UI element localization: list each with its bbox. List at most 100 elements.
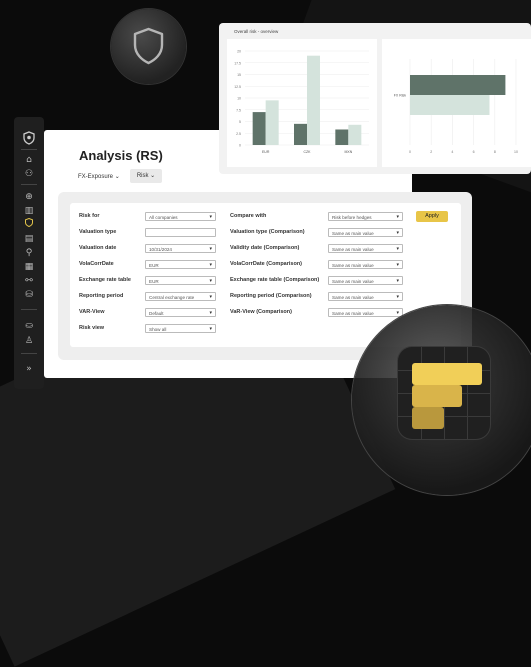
y-tick-label: 7.5 — [236, 108, 241, 112]
caret-down-icon: ▾ — [396, 246, 399, 252]
form-label: Exchange rate table — [79, 277, 131, 283]
select-value: Same as main value — [332, 247, 374, 252]
bar-chart-icon[interactable]: ▥ — [22, 204, 36, 218]
y-tick-label: 17.5 — [234, 61, 241, 65]
caret-down-icon: ▾ — [209, 214, 212, 220]
home-icon[interactable]: ⌂ — [22, 153, 36, 167]
form-select[interactable]: Default ▾ — [145, 308, 216, 317]
caret-down-icon: ▾ — [209, 310, 212, 316]
logo-icon[interactable] — [22, 131, 36, 145]
form-label: Reporting period — [79, 293, 124, 299]
caret-down-icon: ▾ — [209, 246, 212, 252]
caret-down-icon: ▾ — [396, 310, 399, 316]
expand-icon[interactable]: » — [22, 362, 36, 376]
x-tick-label: 2 — [430, 150, 432, 154]
search-icon[interactable]: ⚲ — [22, 246, 36, 260]
form-select[interactable]: Risk before hedges ▾ — [328, 212, 403, 221]
y-tick-label: 2.5 — [236, 132, 241, 136]
form-label: Valuation type — [79, 229, 117, 235]
form-select[interactable]: Same as main value ▾ — [328, 276, 403, 285]
form-select[interactable]: 10/31/2024 ▾ — [145, 244, 216, 253]
form-select[interactable]: EUR ▾ — [145, 276, 216, 285]
form-select[interactable]: EUR ▾ — [145, 260, 216, 269]
users-icon[interactable]: ⚇ — [22, 167, 36, 181]
form-select[interactable]: All companies ▾ — [145, 212, 216, 221]
form-select[interactable]: Same as main value ▾ — [328, 228, 403, 237]
x-tick-label: CZK — [304, 150, 312, 154]
risk-tab[interactable]: Risk ⌄ — [130, 169, 162, 183]
form-label: Risk view — [79, 325, 105, 331]
select-value: Same as main value — [332, 263, 374, 268]
select-value: Same as main value — [332, 295, 374, 300]
caret-down-icon: ▾ — [396, 230, 399, 236]
caret-down-icon: ▾ — [396, 278, 399, 284]
sidebar-divider — [21, 149, 37, 150]
form-label: VolaCorrDate — [79, 261, 114, 267]
caret-down-icon: ▾ — [209, 326, 212, 332]
calculator-icon[interactable]: ▦ — [22, 260, 36, 274]
chevron-down-icon: ⌄ — [150, 173, 156, 179]
x-tick-label: 4 — [451, 150, 453, 154]
bar — [335, 129, 349, 145]
form-label: Valuation date — [79, 245, 117, 251]
fx-exposure-label: FX-Exposure — [78, 174, 114, 180]
apply-button[interactable]: Apply — [416, 211, 448, 222]
y-tick-label: 5 — [239, 120, 241, 124]
select-value: 10/31/2024 — [149, 247, 172, 252]
y-tick-label: 0 — [239, 144, 241, 148]
network-icon[interactable]: ⚯ — [22, 274, 36, 288]
form-select[interactable]: Show all ▾ — [145, 324, 216, 333]
fx-exposure-dropdown[interactable]: FX-Exposure ⌄ — [78, 173, 120, 180]
bar — [265, 100, 279, 145]
chevron-down-icon: ⌄ — [114, 174, 120, 180]
storage-icon[interactable]: ⛀ — [22, 319, 36, 333]
user-icon[interactable]: ♙ — [22, 334, 36, 348]
select-value: Show all — [149, 327, 167, 332]
select-value: Same as main value — [332, 311, 374, 316]
fx-risk-chart: 0 2 4 6 8 10 FX Risk — [382, 39, 531, 167]
form-label: Validity date (Comparison) — [230, 245, 300, 251]
bar — [410, 75, 506, 95]
caret-down-icon: ▾ — [396, 262, 399, 268]
bar — [294, 123, 307, 145]
database-icon[interactable]: ⛁ — [22, 288, 36, 302]
select-value: EUR — [149, 279, 159, 284]
logo-bar — [412, 363, 482, 385]
document-icon[interactable]: ▤ — [22, 232, 36, 246]
page-title: Analysis (RS) — [79, 148, 163, 163]
form-label: Valuation type (Comparison) — [230, 229, 305, 235]
chart-card: Overall risk - overview 0 2.5 5 7.5 10 12.5 15… — [219, 23, 531, 174]
caret-down-icon: ▾ — [209, 262, 212, 268]
valuation-type-input[interactable] — [145, 228, 216, 237]
form-select[interactable]: Same as main value ▾ — [328, 244, 403, 253]
form-select[interactable]: Central exchange rate ▾ — [145, 292, 216, 301]
form-label: VAR-View — [79, 309, 105, 315]
form-select[interactable]: Same as main value ▾ — [328, 308, 403, 317]
select-value: EUR — [149, 263, 159, 268]
caret-down-icon: ▾ — [396, 214, 399, 220]
risk-tab-label: Risk — [136, 173, 149, 179]
select-value: Risk before hedges — [332, 215, 372, 220]
globe-icon[interactable]: ⊕ — [22, 190, 36, 204]
shield-badge — [111, 9, 186, 84]
bar — [410, 95, 490, 115]
x-tick-label: 0 — [409, 150, 411, 154]
x-tick-label: 8 — [494, 150, 496, 154]
form-label: Compare with — [230, 213, 267, 219]
shield-icon[interactable] — [22, 217, 36, 232]
x-tick-label: EUR — [262, 150, 270, 154]
form-label: Exchange rate table (Comparison) — [230, 277, 320, 283]
x-tick-label: MXN — [344, 150, 352, 154]
x-tick-label: 10 — [514, 150, 518, 154]
y-tick-label: 10 — [237, 97, 241, 101]
caret-down-icon: ▾ — [396, 294, 399, 300]
form-select[interactable]: Same as main value ▾ — [328, 260, 403, 269]
form-label: Reporting period (Comparison) — [230, 293, 312, 299]
currency-risk-chart-svg: 0 2.5 5 7.5 10 12.5 15 17.5 20 EUR CZK MXN — [234, 50, 369, 154]
sidebar: ⌂ ⚇ ⊕ ▥ ▤ ⚲ ▦ ⚯ ⛁ ⛀ ♙ » — [14, 117, 44, 389]
y-tick-label: FX Risk — [394, 94, 407, 98]
caret-down-icon: ▾ — [209, 294, 212, 300]
y-tick-label: 20 — [237, 50, 241, 54]
bar — [307, 55, 320, 146]
form-select[interactable]: Same as main value ▾ — [328, 292, 403, 301]
